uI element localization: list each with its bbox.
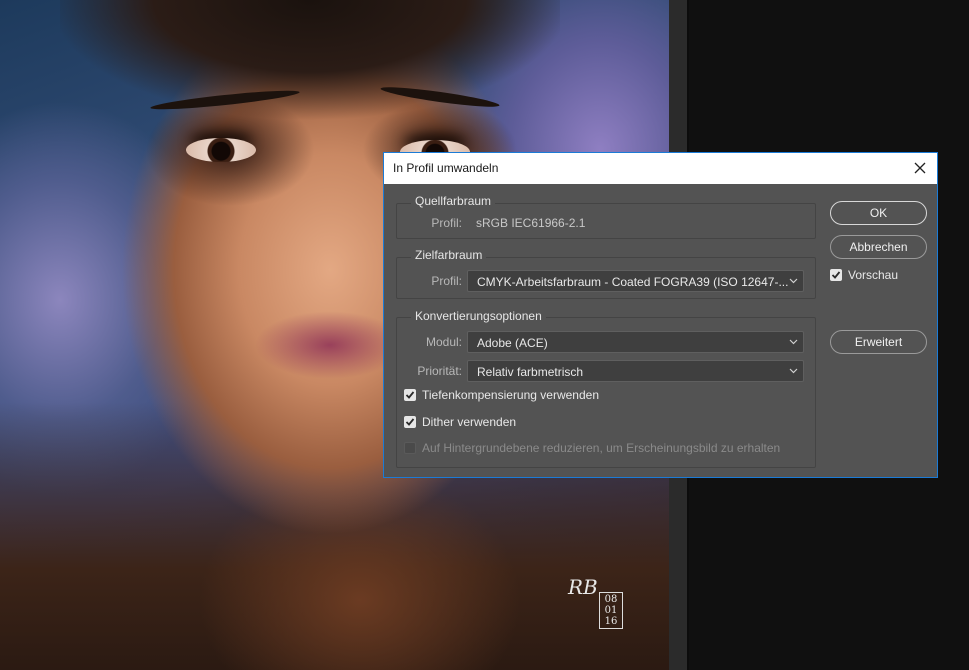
flatten-image-label: Auf Hintergrundebene reduzieren, um Ersc… bbox=[422, 441, 781, 455]
dialog-title: In Profil umwandeln bbox=[393, 161, 499, 175]
chevron-down-icon bbox=[789, 368, 798, 374]
dialog-titlebar[interactable]: In Profil umwandeln bbox=[384, 153, 937, 184]
signature-date-month: 01 bbox=[604, 605, 618, 616]
close-icon[interactable] bbox=[909, 157, 931, 179]
signature-date-day: 08 bbox=[604, 594, 618, 605]
target-profile-select[interactable]: CMYK-Arbeitsfarbraum - Coated FOGRA39 (I… bbox=[467, 270, 804, 292]
chevron-down-icon bbox=[789, 339, 798, 345]
ok-button[interactable]: OK bbox=[830, 201, 927, 225]
chevron-down-icon bbox=[789, 278, 798, 284]
dialog-body: Quellfarbraum Profil: sRGB IEC61966-2.1 … bbox=[384, 184, 937, 477]
checkbox-checked-icon bbox=[404, 389, 416, 401]
target-profile-selected: CMYK-Arbeitsfarbraum - Coated FOGRA39 (I… bbox=[477, 275, 789, 289]
signature-initials: RB bbox=[568, 575, 598, 599]
convert-to-profile-dialog: In Profil umwandeln Quellfarbraum Profil… bbox=[383, 152, 938, 478]
module-selected: Adobe (ACE) bbox=[477, 336, 548, 350]
conversion-options-legend: Konvertierungsoptionen bbox=[411, 309, 546, 323]
dither-label: Dither verwenden bbox=[422, 415, 517, 429]
signature-date: 08 01 16 bbox=[599, 592, 623, 629]
priority-label: Priorität: bbox=[417, 364, 462, 378]
checkbox-checked-icon bbox=[830, 269, 842, 281]
source-profile-value: sRGB IEC61966-2.1 bbox=[476, 216, 586, 230]
preview-label: Vorschau bbox=[848, 268, 899, 282]
target-space-legend: Zielfarbraum bbox=[411, 248, 487, 262]
target-profile-label: Profil: bbox=[431, 274, 462, 288]
black-point-compensation-checkbox[interactable]: Tiefenkompensierung verwenden bbox=[404, 388, 644, 404]
black-point-compensation-label: Tiefenkompensierung verwenden bbox=[422, 388, 599, 402]
artist-signature: RB 08 01 16 bbox=[566, 575, 628, 631]
cancel-button[interactable]: Abbrechen bbox=[830, 235, 927, 259]
signature-date-year: 16 bbox=[604, 616, 618, 627]
advanced-button[interactable]: Erweitert bbox=[830, 330, 927, 354]
dither-checkbox[interactable]: Dither verwenden bbox=[404, 415, 544, 431]
source-profile-label: Profil: bbox=[431, 216, 462, 230]
priority-select[interactable]: Relativ farbmetrisch bbox=[467, 360, 804, 382]
source-space-legend: Quellfarbraum bbox=[411, 194, 496, 208]
flatten-image-checkbox: Auf Hintergrundebene reduzieren, um Ersc… bbox=[404, 441, 804, 457]
artwork-left-eye bbox=[186, 138, 256, 162]
module-select[interactable]: Adobe (ACE) bbox=[467, 331, 804, 353]
preview-checkbox[interactable]: Vorschau bbox=[830, 268, 920, 284]
module-label: Modul: bbox=[425, 335, 462, 349]
checkbox-unchecked-icon bbox=[404, 442, 416, 454]
checkbox-checked-icon bbox=[404, 416, 416, 428]
priority-selected: Relativ farbmetrisch bbox=[477, 365, 584, 379]
